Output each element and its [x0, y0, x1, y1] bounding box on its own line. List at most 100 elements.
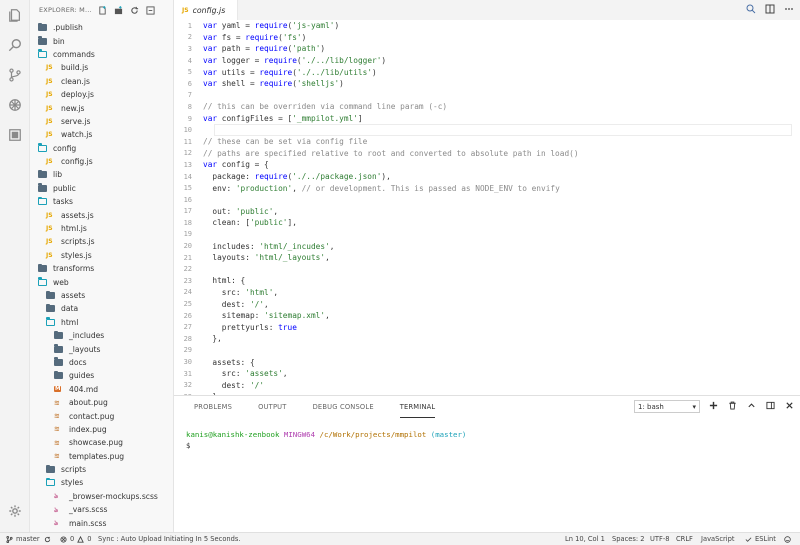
files-icon[interactable] — [0, 0, 30, 30]
tree-item[interactable]: M 404.md — [30, 383, 173, 396]
tree-item[interactable]: JS html.js — [30, 222, 173, 235]
code-line[interactable]: 31 src: 'assets', — [174, 368, 800, 380]
tree-item[interactable]: ≋ about.pug — [30, 396, 173, 409]
problems-status[interactable]: 00 — [60, 535, 92, 543]
close-panel-icon[interactable] — [785, 401, 794, 410]
code-line[interactable]: 30 assets: { — [174, 356, 800, 368]
tree-item[interactable]: guides — [30, 369, 173, 382]
smiley-icon[interactable] — [784, 535, 791, 543]
tree-item[interactable]: lib — [30, 168, 173, 181]
code-line[interactable]: 26 sitemap: 'sitemap.xml', — [174, 310, 800, 322]
new-terminal-icon[interactable] — [709, 401, 718, 410]
tree-item[interactable]: styles — [30, 476, 173, 489]
code-line[interactable]: 8 // this can be overriden via command li… — [174, 101, 800, 113]
more-actions-icon[interactable] — [784, 4, 794, 14]
tree-item[interactable]: scripts — [30, 463, 173, 476]
gear-icon[interactable] — [0, 496, 30, 526]
code-line[interactable]: 6 var shell = require('shelljs') — [174, 78, 800, 90]
tree-item[interactable]: JS assets.js — [30, 208, 173, 221]
branch-status[interactable]: master — [6, 535, 40, 543]
new-folder-icon[interactable] — [113, 5, 123, 15]
terminal-select[interactable]: 1: bash ▾ — [634, 400, 700, 413]
code-line[interactable]: 15 env: 'production', // or development.… — [174, 182, 800, 194]
code-line[interactable]: 1 var yaml = require('js-yaml') — [174, 20, 800, 32]
tree-item[interactable]: ঌ _browser-mockups.scss — [30, 490, 173, 503]
sync-status-icon[interactable] — [44, 536, 51, 543]
panel-tab-terminal[interactable]: TERMINAL — [399, 396, 436, 418]
code-line[interactable]: 9 var configFiles = ['_mmpilot.yml'] — [174, 113, 800, 125]
toggle-panel-icon[interactable] — [766, 401, 775, 410]
code-line[interactable]: 12 // paths are specified relative to roo… — [174, 148, 800, 160]
code-line[interactable]: 32 dest: '/' — [174, 379, 800, 391]
tree-item[interactable]: web — [30, 275, 173, 288]
code-editor[interactable]: 1 var yaml = require('js-yaml') 2 var fs = … — [174, 20, 800, 395]
terminal[interactable]: kanis@kanishk-zenbook MINGW64 /c/Work/pr… — [174, 418, 800, 451]
tree-item[interactable]: ≋ showcase.pug — [30, 436, 173, 449]
code-line[interactable]: 13 var config = { — [174, 159, 800, 171]
tree-item[interactable]: ≋ contact.pug — [30, 409, 173, 422]
panel-tab-output[interactable]: OUTPUT — [258, 396, 286, 418]
extensions-icon[interactable] — [0, 120, 30, 150]
tree-item[interactable]: ঌ main.scss — [30, 516, 173, 529]
collapse-all-icon[interactable] — [145, 5, 155, 15]
tree-item[interactable]: .publish — [30, 21, 173, 34]
code-line[interactable]: 27 prettyurls: true — [174, 321, 800, 333]
tree-item[interactable]: tasks — [30, 195, 173, 208]
code-line[interactable]: 14 package: require('./../package.json')… — [174, 171, 800, 183]
code-line[interactable]: 21 layouts: 'html/_layouts', — [174, 252, 800, 264]
code-line[interactable]: 11 // these can be set via config file — [174, 136, 800, 148]
source-control-icon[interactable] — [0, 60, 30, 90]
code-line[interactable]: 2 var fs = require('fs') — [174, 32, 800, 44]
tree-item[interactable]: data — [30, 302, 173, 315]
cursor-position[interactable]: Ln 10, Col 1 — [565, 535, 605, 543]
code-line[interactable]: 5 var utils = require('./../lib/utils') — [174, 66, 800, 78]
tree-item[interactable]: config — [30, 142, 173, 155]
eslint-status[interactable]: ESLint — [745, 535, 776, 543]
refresh-icon[interactable] — [129, 5, 139, 15]
code-line[interactable]: 25 dest: '/', — [174, 298, 800, 310]
kill-terminal-icon[interactable] — [728, 401, 737, 410]
tree-item[interactable]: bin — [30, 34, 173, 47]
code-line[interactable]: 7 — [174, 90, 800, 102]
tree-item[interactable]: transforms — [30, 262, 173, 275]
panel-tab-problems[interactable]: PROBLEMS — [194, 396, 232, 418]
code-line[interactable]: 16 — [174, 194, 800, 206]
code-line[interactable]: 28 }, — [174, 333, 800, 345]
debug-icon[interactable] — [0, 90, 30, 120]
code-line[interactable]: 22 — [174, 263, 800, 275]
language-mode[interactable]: JavaScript — [701, 535, 735, 543]
tree-item[interactable]: JS scripts.js — [30, 235, 173, 248]
maximize-panel-icon[interactable] — [747, 401, 756, 410]
code-line[interactable]: 4 var logger = require('./../lib/logger') — [174, 55, 800, 67]
tree-item[interactable]: docs — [30, 356, 173, 369]
tree-item[interactable]: JS watch.js — [30, 128, 173, 141]
tree-item[interactable]: JS deploy.js — [30, 88, 173, 101]
code-line[interactable]: 3 var path = require('path') — [174, 43, 800, 55]
terminal-input-line[interactable]: $ — [186, 441, 800, 452]
tree-item[interactable]: JS build.js — [30, 61, 173, 74]
tree-item[interactable]: commands — [30, 48, 173, 61]
tree-item[interactable]: assets — [30, 289, 173, 302]
tree-item[interactable]: ঌ _vars.scss — [30, 503, 173, 516]
line-ending[interactable]: CRLF — [676, 535, 693, 543]
panel-tab-debug-console[interactable]: DEBUG CONSOLE — [313, 396, 374, 418]
tree-item[interactable]: _layouts — [30, 342, 173, 355]
code-line[interactable]: 24 src: 'html', — [174, 287, 800, 299]
code-line[interactable]: 10 — [174, 124, 800, 136]
code-line[interactable]: 17 out: 'public', — [174, 206, 800, 218]
code-line[interactable]: 20 includes: 'html/_incudes', — [174, 240, 800, 252]
code-line[interactable]: 23 html: { — [174, 275, 800, 287]
tree-item[interactable]: _includes — [30, 329, 173, 342]
code-line[interactable]: 18 clean: ['public'], — [174, 217, 800, 229]
tree-item[interactable]: JS new.js — [30, 101, 173, 114]
code-line[interactable]: 19 — [174, 229, 800, 241]
code-line[interactable]: 29 — [174, 345, 800, 357]
encoding[interactable]: UTF-8 — [650, 535, 670, 543]
tree-item[interactable]: JS serve.js — [30, 115, 173, 128]
tree-item[interactable]: html — [30, 316, 173, 329]
tree-item[interactable]: JS clean.js — [30, 75, 173, 88]
tree-item[interactable]: JS styles.js — [30, 249, 173, 262]
search-icon[interactable] — [0, 30, 30, 60]
tree-item[interactable]: JS config.js — [30, 155, 173, 168]
tree-item[interactable]: public — [30, 182, 173, 195]
